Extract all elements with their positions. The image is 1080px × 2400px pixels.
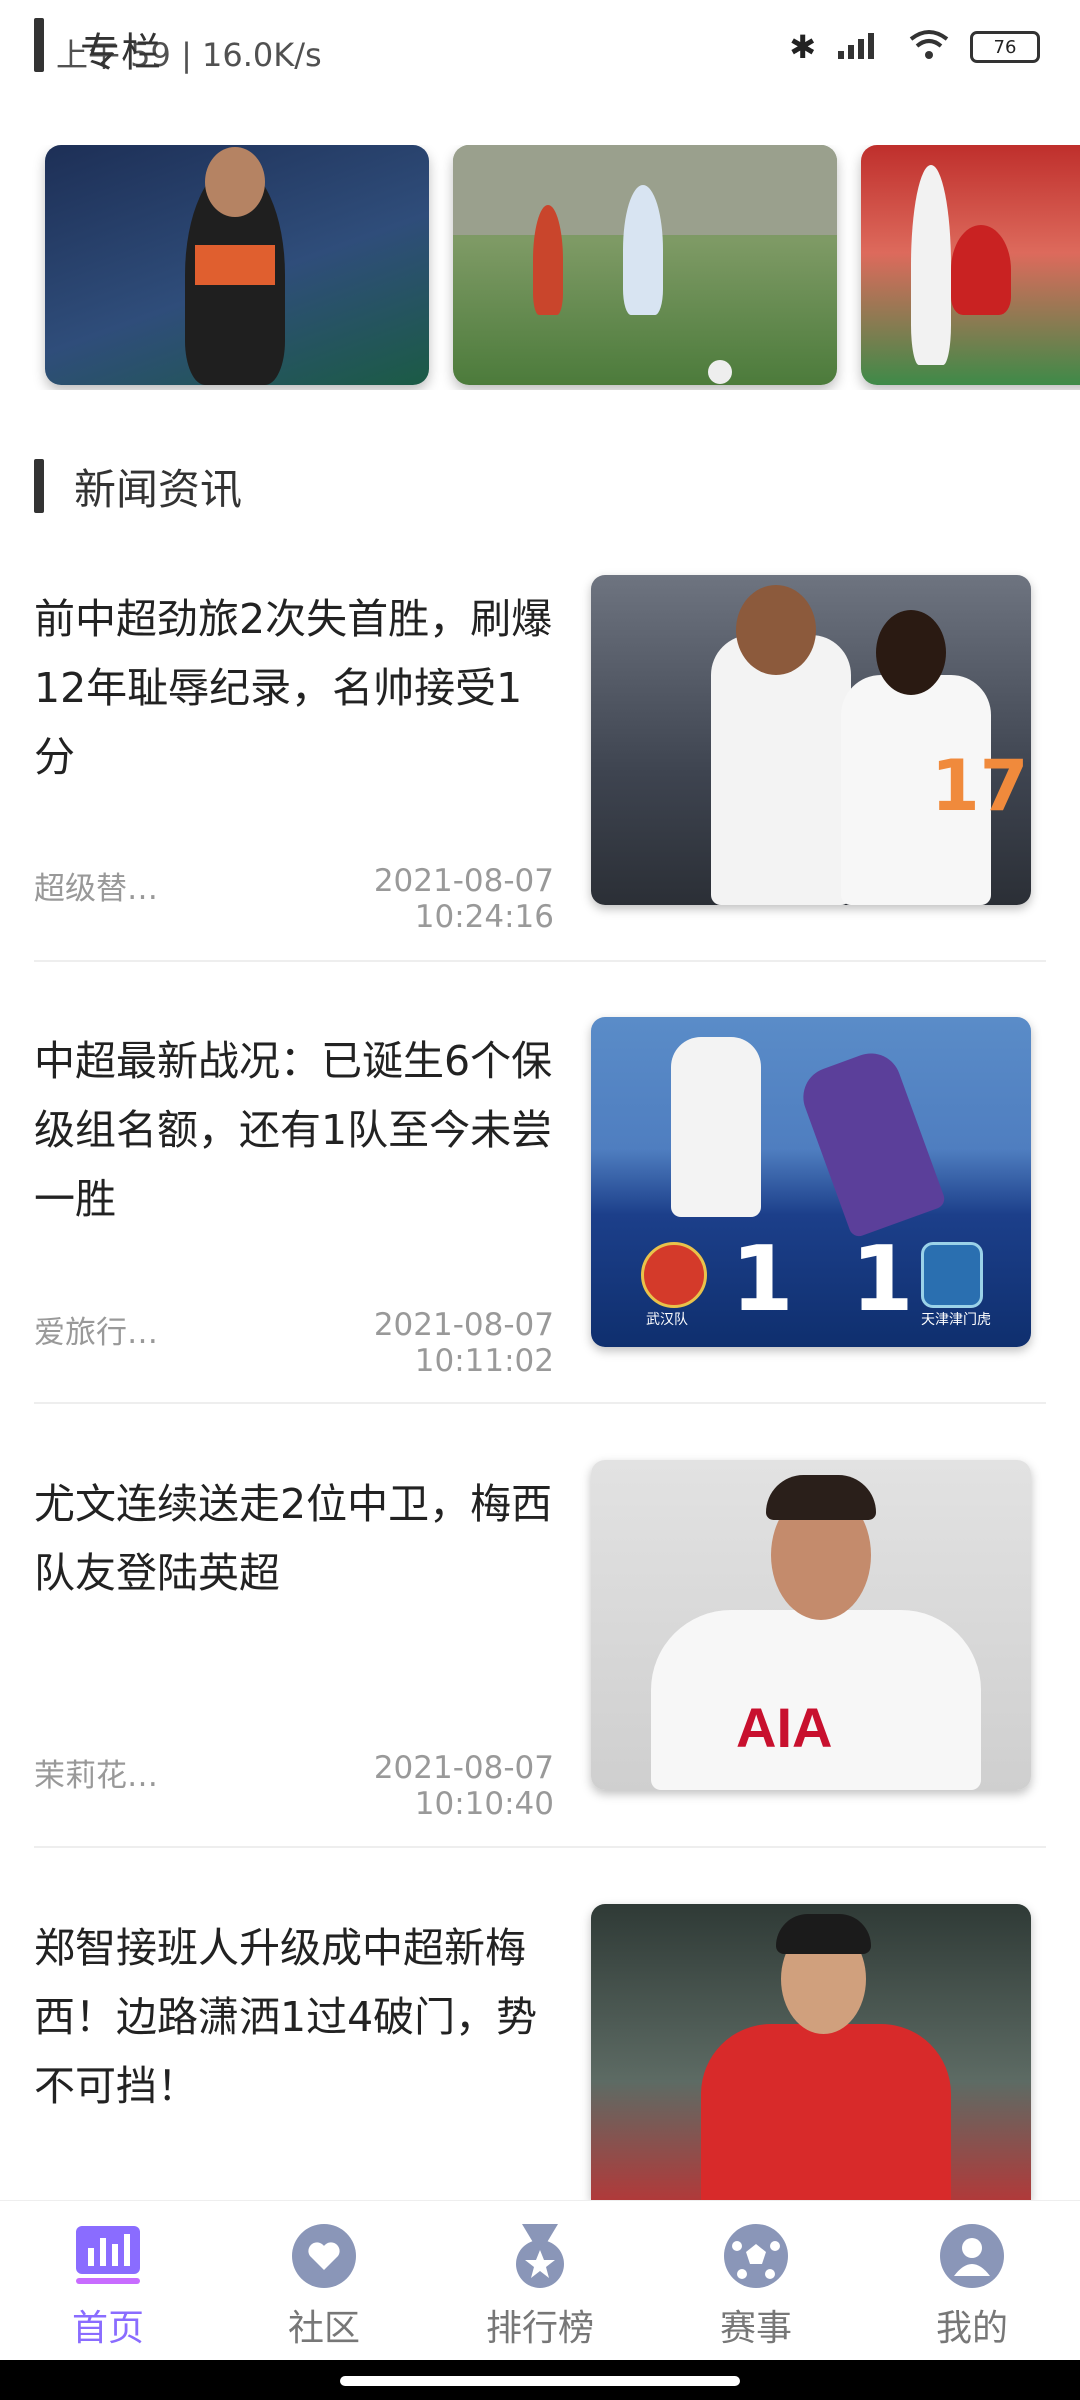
- news-item[interactable]: 中超最新战况：已诞生6个保级组名额，还有1队至今未尝一胜 爱旅行… 2021-0…: [34, 1017, 1046, 1379]
- chart-icon: [73, 2221, 143, 2291]
- section-title: 新闻资讯: [74, 464, 243, 514]
- tab-home-label: 首页: [71, 2308, 144, 2349]
- news-meta: 茉莉花… 2021-08-07 10:10:40: [34, 1750, 554, 1822]
- news-title: 中超最新战况：已诞生6个保级组名额，还有1队至今未尝一胜: [34, 1037, 553, 1223]
- news-time: 2021-08-07 10:24:16: [373, 863, 554, 935]
- home-indicator[interactable]: [340, 2376, 740, 2386]
- tab-profile-label: 我的: [935, 2308, 1008, 2349]
- news-source: 超级替…: [34, 871, 158, 907]
- news-meta: 爱旅行… 2021-08-07 10:11:02: [34, 1307, 554, 1379]
- tab-profile[interactable]: 我的: [864, 2201, 1080, 2361]
- banner-card[interactable]: [453, 145, 837, 385]
- tab-home[interactable]: 首页: [0, 2201, 216, 2361]
- tab-community-label: 社区: [287, 2308, 360, 2349]
- tab-matches-label: 赛事: [719, 2308, 792, 2349]
- banner-card[interactable]: [861, 145, 1080, 385]
- wifi-icon: [908, 29, 950, 65]
- tab-matches[interactable]: 赛事: [648, 2201, 864, 2361]
- status-icons: ✱ 76: [789, 28, 1040, 66]
- soccer-ball-icon: [721, 2221, 791, 2291]
- news-title: 尤文连续送走2位中卫，梅西队友登陆英超: [34, 1480, 553, 1597]
- page-title: 专栏: [80, 30, 162, 76]
- banner-carousel[interactable]: [0, 145, 1080, 390]
- battery-level: 76: [993, 36, 1017, 58]
- team-right-name: 天津津门虎: [921, 1312, 991, 1328]
- score-right: 1: [851, 1227, 914, 1332]
- medal-icon: [505, 2221, 575, 2291]
- bottom-nav: 首页 社区 排行榜 赛事 我的: [0, 2200, 1080, 2361]
- title-accent-bar: [34, 18, 44, 72]
- section-heading: 新闻资讯: [34, 456, 242, 516]
- bluetooth-icon: ✱: [789, 28, 816, 66]
- news-source: 茉莉花…: [34, 1758, 158, 1794]
- shirt-sponsor: AIA: [736, 1696, 833, 1759]
- news-item[interactable]: 郑智接班人升级成中超新梅西！边路潇洒1过4破门，势不可挡！: [34, 1904, 1046, 2200]
- user-icon: [937, 2221, 1007, 2291]
- news-title: 前中超劲旅2次失首胜，刷爆12年耻辱纪录，名帅接受1分: [34, 595, 553, 781]
- news-time: 2021-08-07 10:11:02: [373, 1307, 554, 1379]
- news-source: 爱旅行…: [34, 1315, 158, 1351]
- news-thumbnail[interactable]: 17: [591, 575, 1031, 905]
- news-thumbnail[interactable]: 1 1 武汉队 天津津门虎: [591, 1017, 1031, 1347]
- signal-icon: [836, 29, 888, 65]
- news-item[interactable]: 前中超劲旅2次失首胜，刷爆12年耻辱纪录，名帅接受1分 超级替… 2021-08…: [34, 575, 1046, 935]
- section-accent-bar: [34, 459, 44, 513]
- tab-ranking-label: 排行榜: [485, 2308, 594, 2349]
- heart-chat-icon: [289, 2221, 359, 2291]
- news-divider: [34, 1402, 1046, 1404]
- status-bar: 上午 59 | 16.0K/s 专栏 ✱ 76: [0, 0, 1080, 100]
- news-divider: [34, 1846, 1046, 1848]
- tab-ranking[interactable]: 排行榜: [432, 2201, 648, 2361]
- battery-icon: 76: [970, 31, 1040, 63]
- team-left-name: 武汉队: [646, 1312, 688, 1328]
- news-thumbnail[interactable]: [591, 1904, 1031, 2200]
- tab-community[interactable]: 社区: [216, 2201, 432, 2361]
- news-thumbnail[interactable]: AIA: [591, 1460, 1031, 1790]
- news-item[interactable]: 尤文连续送走2位中卫，梅西队友登陆英超 茉莉花… 2021-08-07 10:1…: [34, 1460, 1046, 1822]
- news-title: 郑智接班人升级成中超新梅西！边路潇洒1过4破门，势不可挡！: [34, 1924, 538, 2110]
- news-time: 2021-08-07 10:10:40: [373, 1750, 554, 1822]
- news-divider: [34, 960, 1046, 962]
- score-left: 1: [731, 1227, 794, 1332]
- banner-card[interactable]: [45, 145, 429, 385]
- news-meta: 超级替… 2021-08-07 10:24:16: [34, 863, 554, 935]
